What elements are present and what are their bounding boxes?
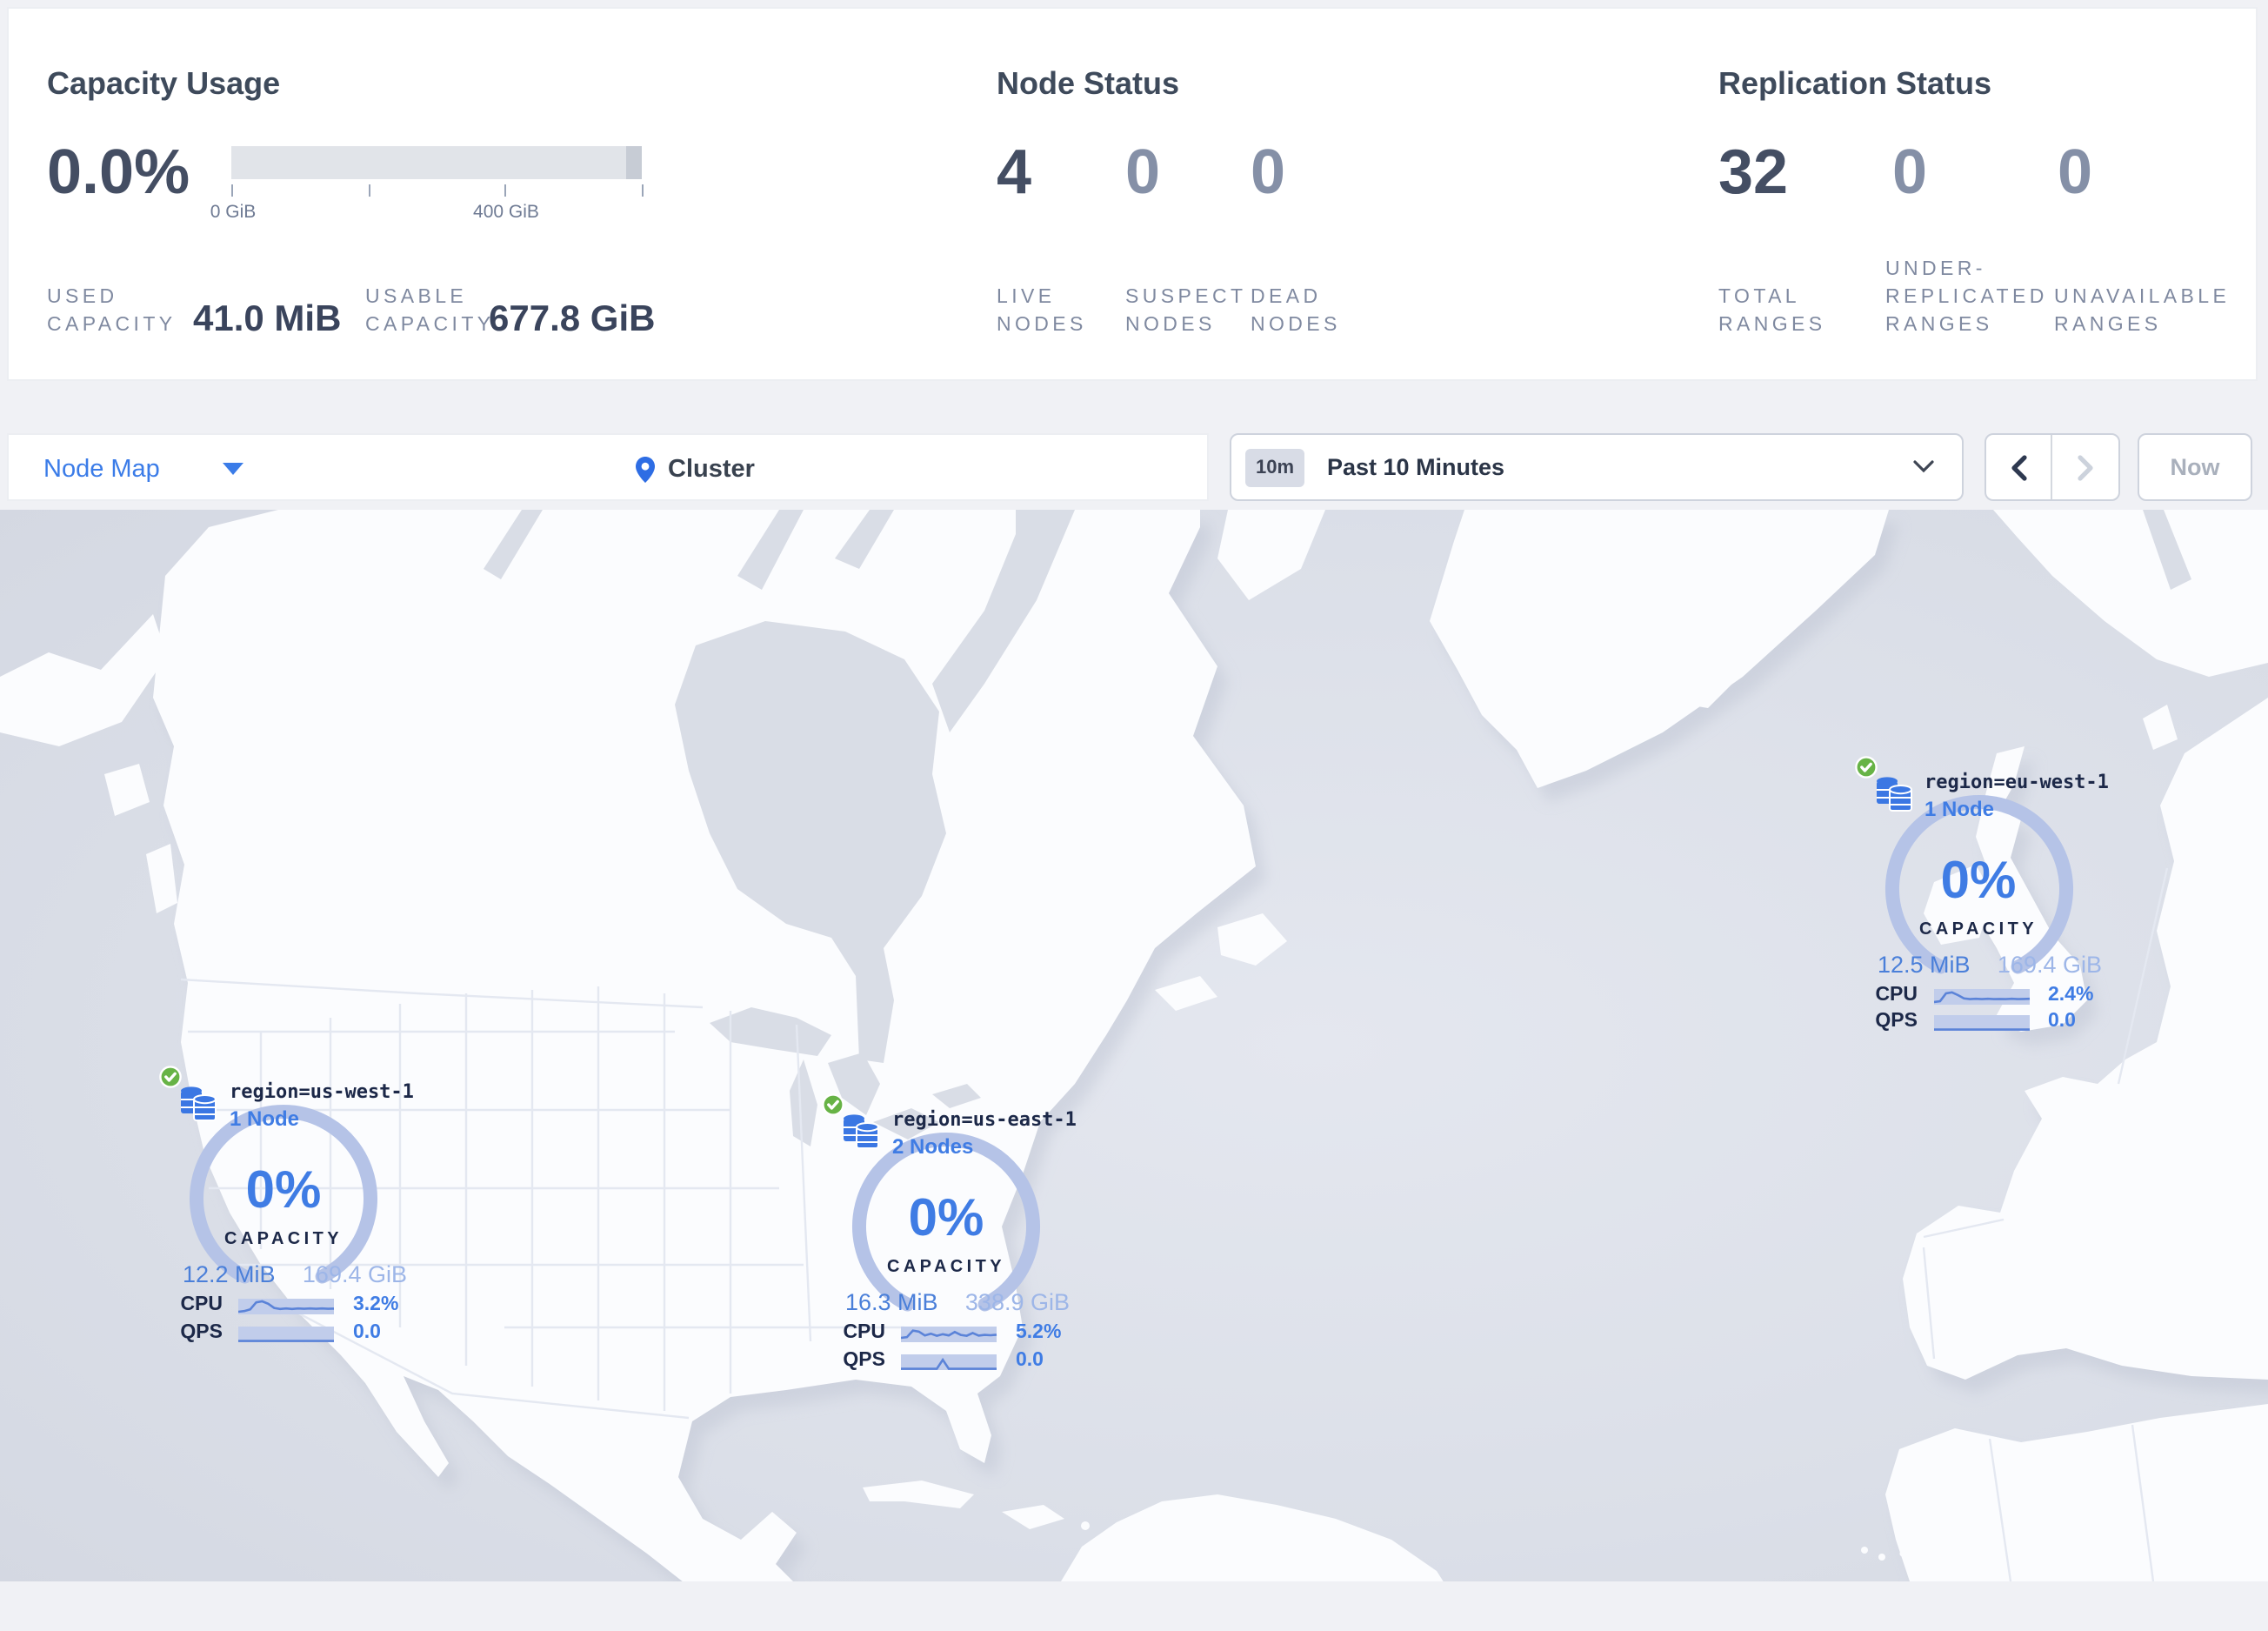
node-map-canvas: region=us-west-1 1 Node 0% CAPACITY 12.2… [0,509,2268,1581]
chevron-down-icon [1913,460,1934,473]
node-status-panel: Node Status 4 0 0 LIVE NODES SUSPECT NOD… [997,9,1518,383]
database-stack-icon [1876,776,1911,811]
chevron-right-icon [2077,454,2092,480]
database-stack-icon [181,1086,217,1121]
live-nodes-count: 4 [997,136,1032,207]
triangle-down-icon [223,463,243,475]
under-replicated-count: 0 [1892,136,1928,207]
gauge-tick [231,184,233,197]
cpu-value: 2.4% [2048,984,2094,1005]
suspect-nodes-count: 0 [1125,136,1161,207]
capacity-percent: 0.0% [47,136,190,207]
time-range-selector[interactable]: 10m Past 10 Minutes [1230,433,1964,501]
replication-status-title: Replication Status [1718,66,1992,101]
capacity-percent: 0% [908,1190,984,1247]
total-ranges-count: 32 [1718,136,1789,207]
region-marker-eu-west-1[interactable]: region=eu-west-1 1 Node 0% CAPACITY 12.5… [1854,755,2118,1045]
time-next-button[interactable] [2052,435,2118,499]
dead-nodes-label: DEAD NODES [1251,287,1341,336]
time-prev-button[interactable] [1986,435,2052,499]
capacity-usage-title: Capacity Usage [47,66,281,101]
cpu-label: CPU [843,1322,885,1343]
cpu-label: CPU [180,1294,223,1315]
capacity-used: 16.3 MiB [845,1289,938,1315]
view-dropdown[interactable]: Node Map [43,435,243,503]
capacity-percent: 0% [1940,852,2017,909]
qps-label: QPS [1875,1011,1918,1032]
world-map [0,509,2268,1581]
qps-value: 0.0 [1016,1349,1044,1370]
chevron-left-icon [2011,454,2027,480]
dead-nodes-count: 0 [1251,136,1286,207]
qps-label: QPS [843,1349,885,1370]
page: Capacity Usage 0.0% 0 GiB 400 GiB USED C… [0,0,2268,1631]
time-nav [1984,433,2120,501]
cluster-summary-card: Capacity Usage 0.0% 0 GiB 400 GiB USED C… [7,7,2258,381]
capacity-percent: 0% [245,1162,322,1220]
gauge-tick [642,184,644,197]
region-label: region=eu-west-1 [1924,770,2109,792]
node-count-link[interactable]: 2 Nodes [892,1134,973,1159]
region-marker-us-east-1[interactable]: region=us-east-1 2 Nodes 0% CAPACITY 16.… [822,1093,1085,1383]
capacity-total: 338.9 GiB [964,1289,1070,1315]
usable-capacity-label: USABLE CAPACITY [365,287,495,336]
capacity-total: 169.4 GiB [1997,951,2102,977]
cpu-sparkline [1933,988,2030,1004]
cpu-label: CPU [1875,984,1918,1005]
capacity-caption: CAPACITY [887,1258,1005,1277]
unavailable-count: 0 [2058,136,2093,207]
qps-sparkline [901,1354,997,1369]
breadcrumb-label: Cluster [668,455,755,483]
map-toolbar: Node Map Cluster [7,433,1209,501]
node-count-link[interactable]: 1 Node [1924,796,1994,820]
total-ranges-label: TOTAL RANGES [1718,287,1826,336]
capacity-used: 12.5 MiB [1878,951,1971,977]
region-label: region=us-west-1 [230,1080,414,1103]
capacity-caption: CAPACITY [1919,919,2038,939]
cpu-sparkline [238,1299,335,1314]
now-button[interactable]: Now [2138,433,2252,501]
capacity-used: 12.2 MiB [183,1261,276,1287]
gauge-tick-label: 400 GiB [473,202,539,223]
gauge-tick [504,184,506,197]
now-button-label: Now [2170,454,2220,480]
cpu-value: 3.2% [353,1294,399,1315]
usable-capacity-value: 677.8 GiB [489,299,656,339]
capacity-caption: CAPACITY [224,1230,343,1249]
replication-status-panel: Replication Status 32 0 0 TOTAL RANGES U… [1718,9,2240,383]
qps-value: 0.0 [2048,1011,2076,1032]
capacity-total: 169.4 GiB [302,1261,407,1287]
view-dropdown-label: Node Map [43,455,160,483]
used-capacity-label: USED CAPACITY [47,287,177,336]
qps-sparkline [238,1326,334,1341]
qps-value: 0.0 [353,1321,381,1342]
capacity-usage-panel: Capacity Usage 0.0% 0 GiB 400 GiB USED C… [47,9,917,383]
region-label: region=us-east-1 [892,1108,1077,1131]
live-nodes-label: LIVE NODES [997,287,1087,336]
gauge-tick [369,184,370,197]
time-range-label: Past 10 Minutes [1327,454,1505,480]
node-status-title: Node Status [997,66,1180,101]
capacity-gauge-cap [626,146,642,179]
cpu-value: 5.2% [1016,1322,1062,1343]
unavailable-label: UNAVAILABLE RANGES [2054,287,2231,336]
used-capacity-value: 41.0 MiB [193,299,342,339]
database-stack-icon [844,1114,879,1149]
qps-label: QPS [180,1321,223,1342]
node-count-link[interactable]: 1 Node [230,1106,299,1131]
cpu-sparkline [901,1327,997,1342]
suspect-nodes-label: SUSPECT NODES [1125,287,1247,336]
under-replicated-label: UNDER- REPLICATED RANGES [1885,259,2048,336]
time-range-badge: 10m [1245,449,1304,487]
breadcrumb[interactable]: Cluster [635,435,755,503]
map-pin-icon [636,456,655,482]
qps-sparkline [1933,1015,2029,1031]
gauge-tick-label: 0 GiB [210,202,257,223]
capacity-gauge [231,146,642,179]
region-marker-us-west-1[interactable]: region=us-west-1 1 Node 0% CAPACITY 12.2… [159,1066,423,1355]
